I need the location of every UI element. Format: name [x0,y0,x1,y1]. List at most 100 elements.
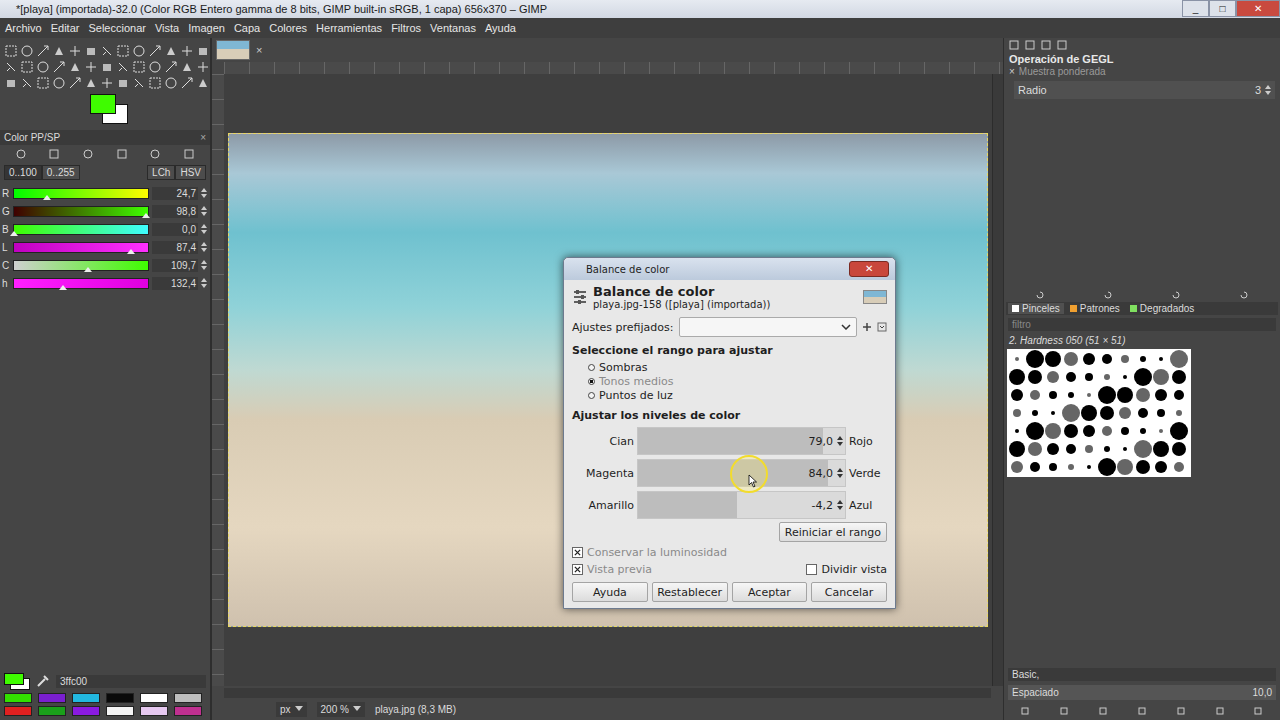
dialog-button[interactable]: Aceptar [732,582,808,602]
color-slider[interactable]: L 87,4 [2,240,208,254]
tool-icon[interactable] [20,44,34,58]
brush-thumbnail-icon[interactable] [1134,440,1152,458]
spin-arrows-icon[interactable] [201,187,207,199]
brush-thumbnail-icon[interactable] [1116,440,1134,458]
brush-thumbnail-icon[interactable] [1134,350,1152,368]
brush-thumbnail-icon[interactable] [1134,458,1152,476]
tool-icon[interactable] [132,76,146,90]
model-button[interactable]: LCh [147,165,175,180]
spin-arrows-icon[interactable] [201,277,207,289]
brush-thumbnail-icon[interactable] [1116,350,1134,368]
brush-thumbnail-icon[interactable] [1080,350,1098,368]
tool-icon[interactable] [148,44,162,58]
dialog-close-button[interactable]: ✕ [849,261,889,277]
tool-icon[interactable] [180,76,194,90]
spin-arrows-icon[interactable] [1265,84,1271,96]
gegl-action-icon[interactable] [1035,290,1045,300]
dock-icon[interactable] [1057,40,1067,50]
menu-item[interactable]: Archivo [5,22,42,34]
tool-icon[interactable] [84,44,98,58]
gegl-action-icon[interactable] [1103,290,1113,300]
tool-icon[interactable] [132,44,146,58]
brush-thumbnail-icon[interactable] [1116,368,1134,386]
range-radio[interactable]: Tonos medios [588,374,887,388]
brush-thumbnail-icon[interactable] [1116,458,1134,476]
brush-thumbnail-icon[interactable] [1026,350,1044,368]
brush-thumbnail-icon[interactable] [1008,350,1026,368]
reset-range-button[interactable]: Reiniciar el rango [779,522,887,542]
range-radio[interactable]: Sombras [588,360,887,374]
dialog-button[interactable]: Cancelar [811,582,887,602]
model-button[interactable]: HSV [175,165,206,180]
menu-item[interactable]: Imagen [188,22,225,34]
brush-thumbnail-icon[interactable] [1098,458,1116,476]
dock-tab[interactable]: Degradados [1126,303,1198,314]
brush-thumbnail-icon[interactable] [1098,368,1116,386]
color-picker-icon[interactable] [36,674,50,688]
brush-thumbnail-icon[interactable] [1026,368,1044,386]
menu-item[interactable]: Vista [155,22,179,34]
brush-thumbnail-icon[interactable] [1062,350,1080,368]
tool-icon[interactable] [196,60,210,74]
brush-thumbnail-icon[interactable] [1098,404,1116,422]
preserve-luminosity-checkbox[interactable]: Conservar la luminosidad [572,545,887,560]
brush-thumbnail-icon[interactable] [1062,404,1080,422]
color-selector-tab-icon[interactable] [48,148,60,160]
brush-thumbnail-icon[interactable] [1152,440,1170,458]
brush-thumbnail-icon[interactable] [1080,458,1098,476]
history-swatch[interactable] [38,693,66,703]
brush-thumbnail-icon[interactable] [1008,368,1026,386]
menu-item[interactable]: Editar [51,22,80,34]
color-value-field[interactable]: 87,4 [152,241,198,254]
brush-thumbnail-icon[interactable] [1170,458,1188,476]
history-swatch[interactable] [72,693,100,703]
tool-icon[interactable] [100,44,114,58]
brush-thumbnail-icon[interactable] [1098,350,1116,368]
zoom-dropdown[interactable]: 200 % [317,702,365,717]
brush-thumbnail-icon[interactable] [1134,404,1152,422]
history-swatch[interactable] [4,706,32,716]
color-level-slider[interactable]: Cian 79,0 Rojo [572,427,887,455]
tool-icon[interactable] [148,60,162,74]
history-swatch[interactable] [140,706,168,716]
brush-thumbnail-icon[interactable] [1044,350,1062,368]
tool-icon[interactable] [52,76,66,90]
history-swatch[interactable] [140,693,168,703]
brush-thumbnail-icon[interactable] [1044,368,1062,386]
brush-thumbnail-icon[interactable] [1170,350,1188,368]
menu-item[interactable]: Ayuda [485,22,516,34]
range-button[interactable]: 0..255 [42,165,80,180]
tool-icon[interactable] [36,44,50,58]
brush-thumbnail-icon[interactable] [1080,404,1098,422]
brush-thumbnail-icon[interactable] [1026,458,1044,476]
tool-icon[interactable] [36,60,50,74]
brush-thumbnail-icon[interactable] [1152,368,1170,386]
brush-filter-field[interactable]: filtro [1008,318,1276,331]
color-selector-tab-icon[interactable] [116,148,128,160]
dialog-button[interactable]: Restablecer [652,582,728,602]
brush-thumbnail-icon[interactable] [1080,368,1098,386]
tool-icon[interactable] [4,60,18,74]
brush-thumbnail-icon[interactable] [1008,458,1026,476]
brush-thumbnail-icon[interactable] [1062,422,1080,440]
tool-icon[interactable] [148,76,162,90]
color-value-field[interactable]: 109,7 [152,259,198,272]
color-value-field[interactable]: 98,8 [152,205,198,218]
brush-thumbnail-icon[interactable] [1152,386,1170,404]
horizontal-scrollbar[interactable] [224,688,991,698]
brush-thumbnail-icon[interactable] [1080,386,1098,404]
color-level-slider[interactable]: Magenta 84,0 Verde [572,459,887,487]
brush-tag-field[interactable]: Basic, [1008,668,1276,681]
unit-dropdown[interactable]: px [276,702,307,717]
window-control-button[interactable]: □ [1209,0,1236,17]
tool-icon[interactable] [84,60,98,74]
tool-icon[interactable] [4,44,18,58]
history-swatch[interactable] [106,693,134,703]
brush-thumbnail-icon[interactable] [1134,386,1152,404]
color-selector-tab-icon[interactable] [15,148,27,160]
tool-icon[interactable] [196,44,210,58]
brush-thumbnail-icon[interactable] [1134,422,1152,440]
brush-thumbnail-icon[interactable] [1044,404,1062,422]
tool-icon[interactable] [68,44,82,58]
history-swatch[interactable] [72,706,100,716]
